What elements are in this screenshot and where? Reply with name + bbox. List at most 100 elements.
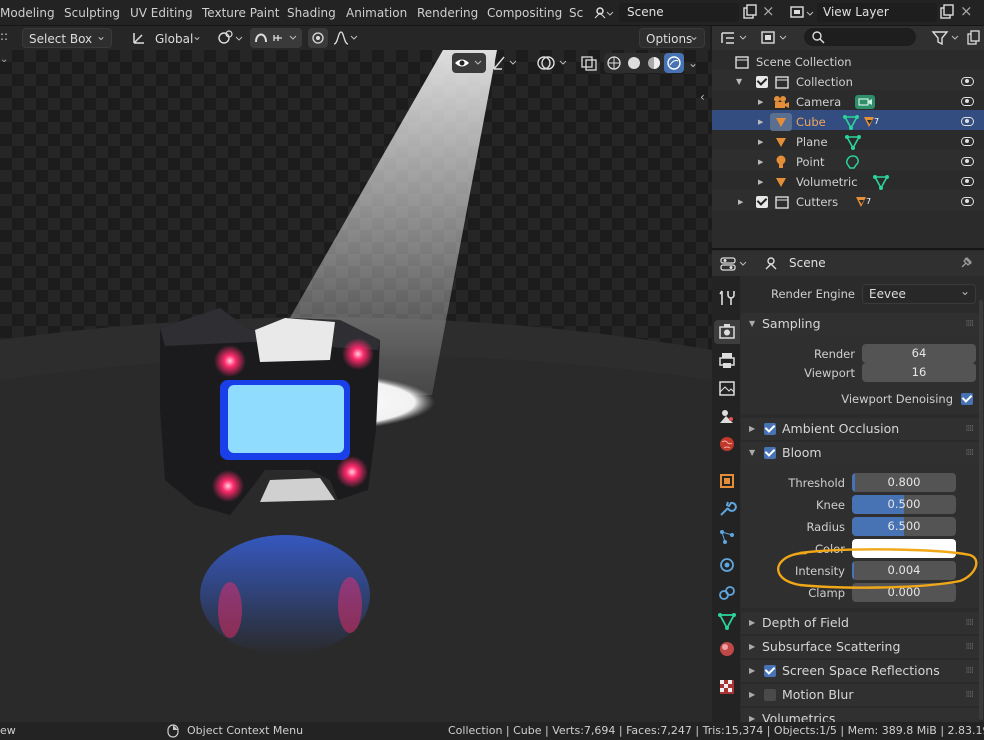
toolbar-collapse-icon[interactable]: ⌄ [0,54,8,70]
tool-tab-icon[interactable] [716,287,738,309]
collection-exclude-checkbox[interactable] [756,196,768,208]
viewport-denoising-checkbox[interactable] [961,393,973,405]
new-collection-icon[interactable] [966,28,982,48]
eye-icon[interactable] [961,117,974,126]
physics-tab-icon[interactable] [716,554,738,576]
copy-view-layer-icon[interactable] [939,4,955,20]
overlays-icon[interactable] [534,53,572,73]
outliner-search-input[interactable] [804,28,916,46]
tab-uv-editing[interactable]: UV Editing [124,4,199,23]
texture-tab-icon[interactable] [716,676,738,698]
tab-texture-paint[interactable]: Texture Paint [196,4,285,23]
bloom-threshold-slider[interactable]: 0.800 [852,473,956,492]
sampling-panel-header[interactable]: ▼ Sampling ⁞⁞⁞⁞ [741,313,979,335]
view-layer-name-field[interactable]: View Layer [817,3,937,22]
viewport-visibility-icon[interactable] [452,53,486,73]
bloom-checkbox[interactable] [764,447,776,459]
viewport-3d[interactable]: ⌄ ⌄ ‹ [0,50,712,722]
mesh-data-icon[interactable] [842,114,860,130]
outliner-row-cube[interactable]: ▶ Cube 7 [712,112,984,132]
outliner-row-collection[interactable]: ▼ Collection [712,72,984,92]
close-scene-icon[interactable]: × [762,2,778,20]
eye-icon[interactable] [961,77,974,86]
render-tab-icon[interactable] [716,321,738,343]
volumetrics-panel-header[interactable]: ▶ Volumetrics [741,708,979,722]
scene-icon[interactable] [592,4,614,22]
tab-rendering[interactable]: Rendering [411,4,484,23]
expand-arrow-icon[interactable]: ▶ [738,192,743,212]
tab-shading[interactable]: Shading [281,4,342,23]
close-view-layer-icon[interactable]: × [960,2,976,20]
shading-options-icon[interactable]: ⌄ [688,53,708,73]
expand-arrow-icon[interactable]: ▶ [758,132,763,152]
view-layer-tab-icon[interactable] [716,377,738,399]
view-layer-icon[interactable] [789,4,817,22]
falloff-icon[interactable] [332,28,360,48]
eye-icon[interactable] [961,157,974,166]
select-mode-dropdown[interactable]: Select Box [22,26,112,48]
pin-icon[interactable] [958,255,974,271]
camera-data-icon[interactable] [854,94,876,110]
motion-blur-panel-header[interactable]: ▶ Motion Blur ⁞⁞⁞⁞ [741,684,979,706]
render-engine-dropdown[interactable]: Eevee [862,282,976,304]
options-dropdown[interactable]: Options [639,26,705,48]
eye-icon[interactable] [961,137,974,146]
collection-exclude-checkbox[interactable] [756,76,768,88]
subsurface-scattering-panel-header[interactable]: ▶ Subsurface Scattering ⁞⁞⁞⁞ [741,636,979,658]
expand-arrow-icon[interactable]: ▶ [758,92,763,112]
object-tab-icon[interactable] [716,470,738,492]
tab-compositing[interactable]: Compositing [481,4,568,23]
bloom-panel-header[interactable]: ▼ Bloom ⁞⁞⁞⁞ [741,442,979,464]
eye-icon[interactable] [961,197,974,206]
render-samples-field[interactable]: 64 [862,344,976,363]
ambient-occlusion-panel-header[interactable]: ▶ Ambient Occlusion ⁞⁞⁞⁞ [741,418,979,440]
output-tab-icon[interactable] [716,349,738,371]
pivot-point-icon[interactable] [216,29,246,47]
bloom-knee-slider[interactable]: 0.500 [852,495,956,514]
shading-mode-group[interactable] [604,53,684,73]
depth-of-field-panel-header[interactable]: ▶ Depth of Field ⁞⁞⁞⁞ [741,612,979,634]
sidebar-toggle-icon[interactable]: ‹ [700,90,710,104]
data-tab-icon[interactable] [716,610,738,632]
outliner-row-scene-collection[interactable]: Scene Collection [712,52,984,72]
scene-name-field[interactable]: Scene [619,3,739,22]
expand-arrow-icon[interactable]: ▶ [758,172,763,192]
tab-sculpting[interactable]: Sculpting [58,4,126,23]
viewport-samples-field[interactable]: 16 [862,363,976,382]
gizmo-toggle-icon[interactable] [490,53,524,73]
constraints-tab-icon[interactable] [716,582,738,604]
world-tab-icon[interactable] [716,433,738,455]
editor-type-icon[interactable] [718,254,752,274]
outliner-row-volumetric[interactable]: ▶ Volumetric [712,172,984,192]
transform-orientation-dropdown[interactable]: Global [148,26,208,48]
proportional-edit-icon[interactable] [308,28,328,48]
expand-arrow-icon[interactable]: ▼ [736,72,742,92]
outliner-row-point[interactable]: ▶ Point [712,152,984,172]
modifier-tab-icon[interactable] [716,498,738,520]
outliner-row-plane[interactable]: ▶ Plane [712,132,984,152]
tab-modeling[interactable]: Modeling [0,4,61,23]
ambient-occlusion-checkbox[interactable] [764,423,776,435]
snap-toggle[interactable] [250,28,302,48]
mesh-data-icon[interactable] [844,134,862,150]
outliner-row-camera[interactable]: ▶ Camera [712,92,984,112]
copy-scene-icon[interactable] [742,4,758,20]
tab-animation[interactable]: Animation [340,4,413,23]
outliner-row-cutters[interactable]: ▶ Cutters 7 [712,192,984,212]
eye-icon[interactable] [961,177,974,186]
tab-scripting[interactable]: Sc [563,4,589,23]
properties-scrollbar[interactable] [979,300,983,720]
ssr-panel-header[interactable]: ▶ Screen Space Reflections ⁞⁞⁞⁞ [741,660,979,682]
ssr-checkbox[interactable] [764,665,776,677]
motion-blur-checkbox[interactable] [764,689,776,701]
xray-icon[interactable] [578,53,600,73]
display-mode-icon[interactable] [758,28,792,48]
material-tab-icon[interactable] [716,638,738,660]
expand-arrow-icon[interactable]: ▶ [758,112,763,132]
scene-tab-icon[interactable] [716,405,738,427]
mesh-data-icon[interactable] [872,174,890,190]
eye-icon[interactable] [961,97,974,106]
light-data-icon[interactable] [844,154,862,170]
editor-divider[interactable] [712,248,984,250]
bloom-radius-slider[interactable]: 6.500 [852,517,956,536]
